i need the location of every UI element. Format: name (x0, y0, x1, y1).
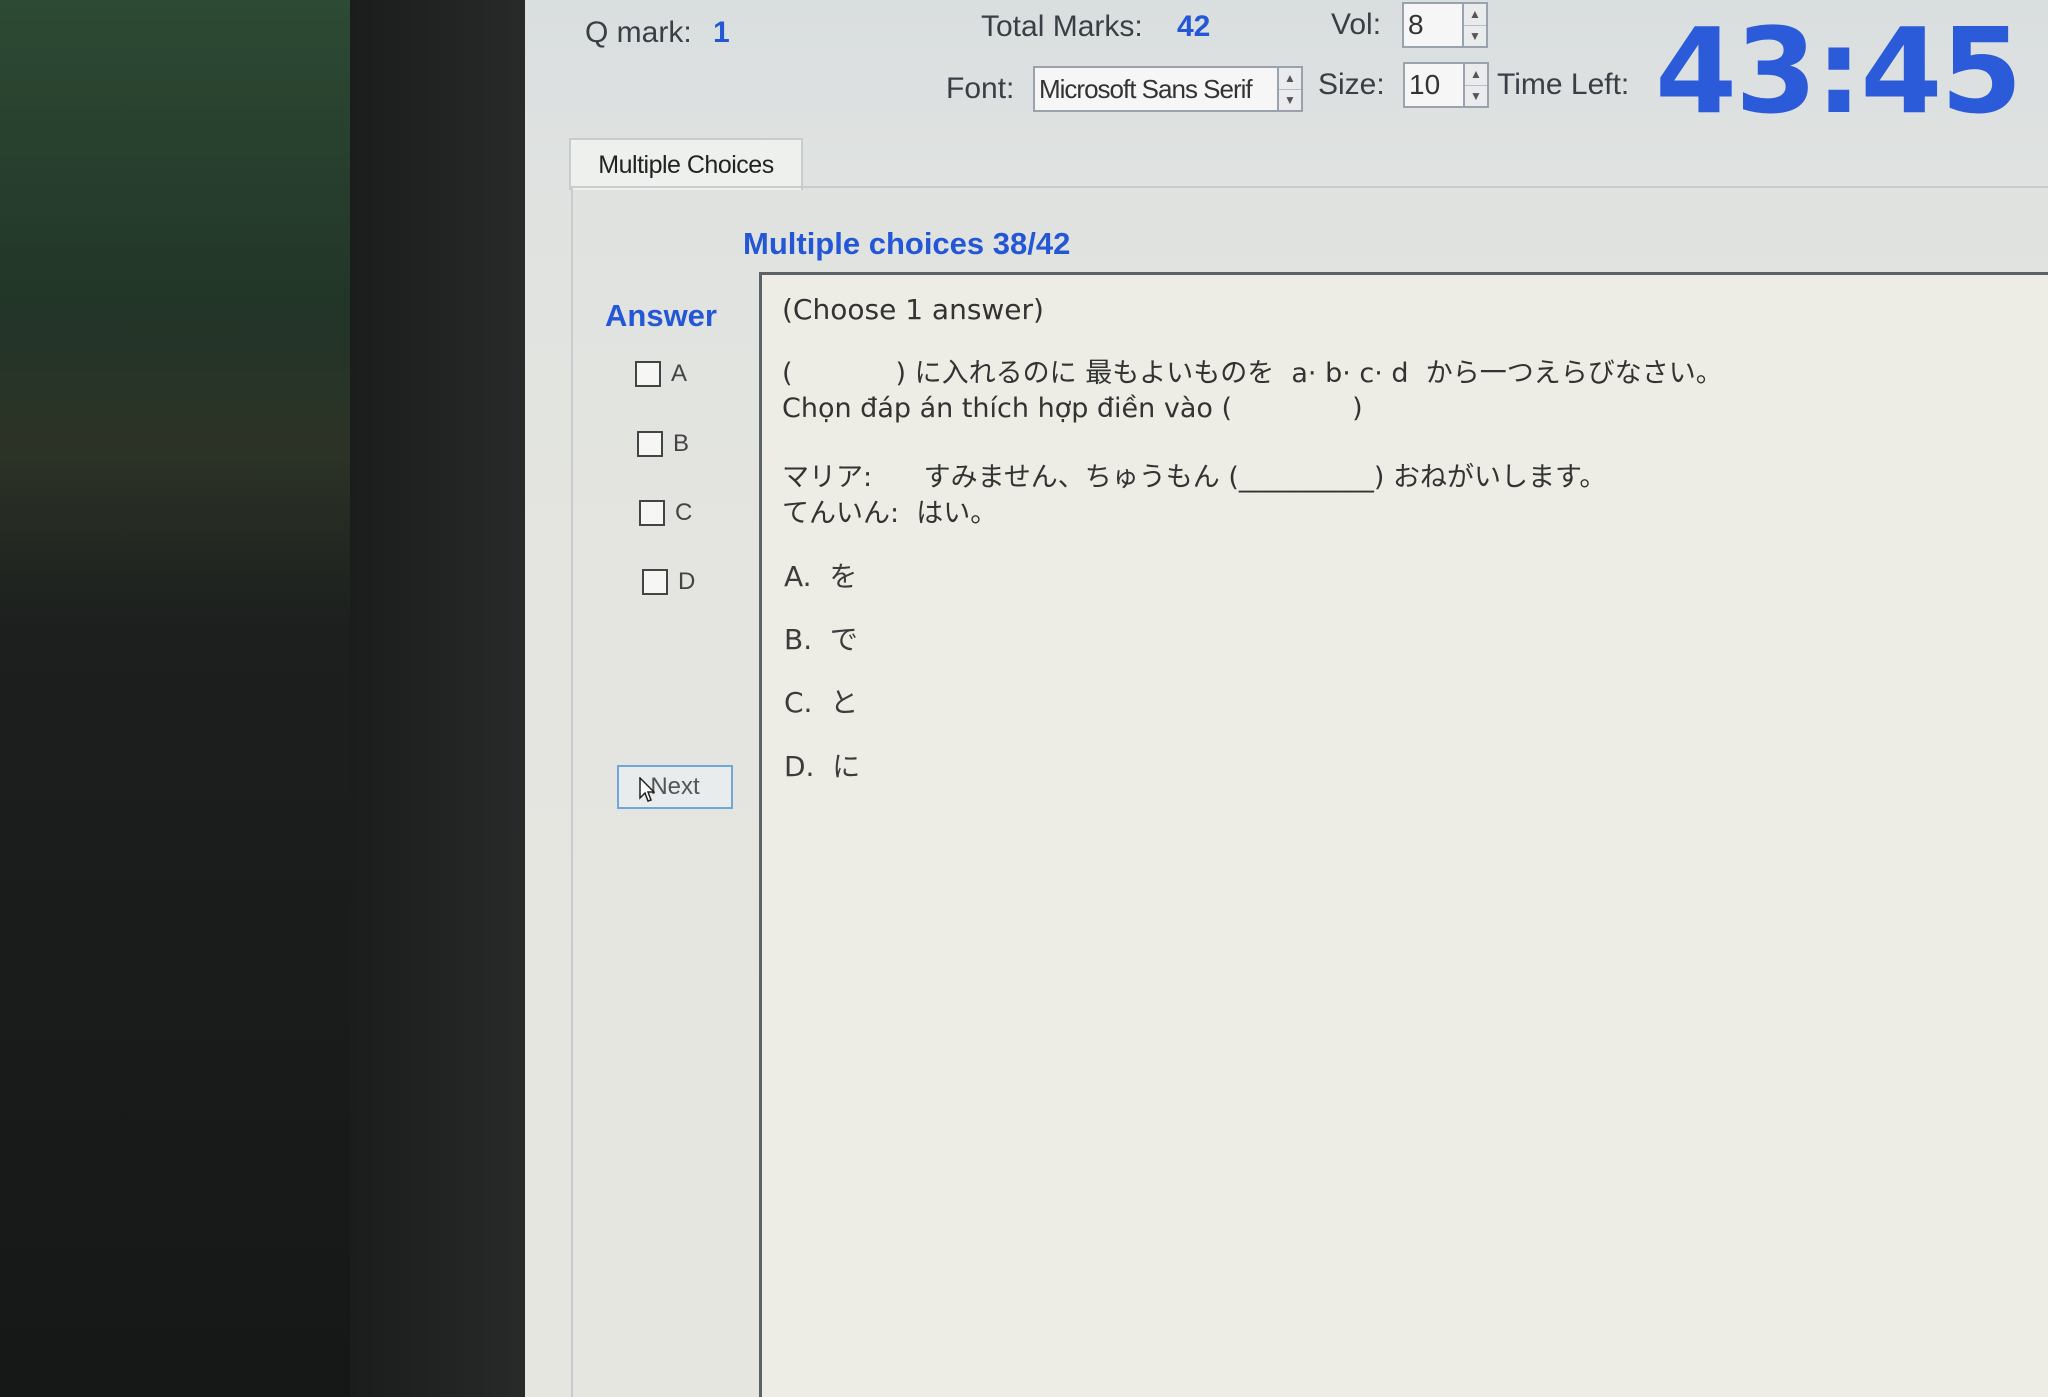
vol-label: Vol: (1331, 8, 1382, 41)
checkbox-d[interactable] (642, 569, 668, 595)
answer-option-a[interactable]: A (635, 360, 687, 388)
option-a: A. を (784, 560, 858, 593)
total-marks-label: Total Marks: (981, 10, 1143, 43)
checkbox-a[interactable] (635, 361, 661, 387)
answer-letter-c: C (675, 499, 693, 526)
option-b: B. で (784, 623, 858, 656)
spin-down-icon[interactable]: ▼ (1465, 84, 1487, 107)
spin-down-icon[interactable]: ▼ (1464, 24, 1486, 47)
next-button[interactable]: Next (617, 765, 733, 809)
q-mark-value: 1 (713, 16, 730, 49)
answer-option-d[interactable]: D (642, 568, 695, 596)
checkbox-c[interactable] (639, 500, 665, 526)
font-spinner[interactable]: ▲ ▼ (1277, 66, 1303, 112)
question-instruction: (Choose 1 answer) (782, 293, 1044, 326)
size-value: 10 (1409, 69, 1441, 100)
exam-window: Q mark: 1 Total Marks: 42 Vol: 8 ▲ ▼ Fon… (525, 0, 2048, 1397)
option-d: D. に (784, 750, 861, 783)
tab-multiple-choices[interactable]: Multiple Choices (569, 138, 803, 190)
question-line-3: マリア: すみません、ちゅうもん (__________) おねがいします。 (782, 462, 1607, 493)
answer-option-c[interactable]: C (639, 499, 692, 527)
spin-down-icon[interactable]: ▼ (1279, 88, 1301, 111)
spin-up-icon[interactable]: ▲ (1279, 68, 1301, 89)
section-title: Multiple choices 38/42 (743, 226, 1071, 261)
size-spinner[interactable]: ▲ ▼ (1463, 62, 1489, 108)
size-label: Size: (1318, 68, 1385, 101)
time-left-label: Time Left: (1497, 68, 1630, 101)
answer-option-b[interactable]: B (637, 430, 689, 458)
checkbox-b[interactable] (637, 431, 663, 457)
answer-letter-d: D (678, 568, 696, 595)
answer-letter-b: B (673, 430, 690, 457)
time-left-value: 43:45 (1655, 2, 2023, 140)
question-line-4: てんいん: はい。 (782, 498, 998, 529)
vol-spinner[interactable]: ▲ ▼ (1462, 2, 1488, 48)
size-input[interactable]: 10 (1403, 62, 1465, 108)
option-c: C. と (784, 686, 859, 719)
spin-up-icon[interactable]: ▲ (1465, 64, 1487, 85)
font-label: Font: (946, 72, 1015, 105)
vol-value: 8 (1408, 9, 1424, 40)
answer-letter-a: A (671, 360, 688, 387)
font-select[interactable]: Microsoft Sans Serif (1033, 66, 1279, 112)
spin-up-icon[interactable]: ▲ (1464, 4, 1486, 25)
total-marks-value: 42 (1177, 10, 1211, 43)
answer-label: Answer (605, 298, 717, 333)
tab-label: Multiple Choices (598, 150, 774, 179)
font-value: Microsoft Sans Serif (1039, 73, 1253, 104)
question-line-2: Chọn đáp án thích hợp điền vào ( ) (782, 393, 1363, 424)
question-line-1: ( ) に入れるのに 最もよいものを a· b· c· d から一つえらびなさい… (782, 358, 1723, 389)
question-box: (Choose 1 answer) ( ) に入れるのに 最もよいものを a· … (759, 272, 2048, 1397)
q-mark-label: Q mark: (585, 16, 692, 49)
vol-input[interactable]: 8 (1402, 2, 1464, 48)
mouse-cursor-icon (639, 777, 655, 802)
next-label: Next (650, 773, 700, 800)
